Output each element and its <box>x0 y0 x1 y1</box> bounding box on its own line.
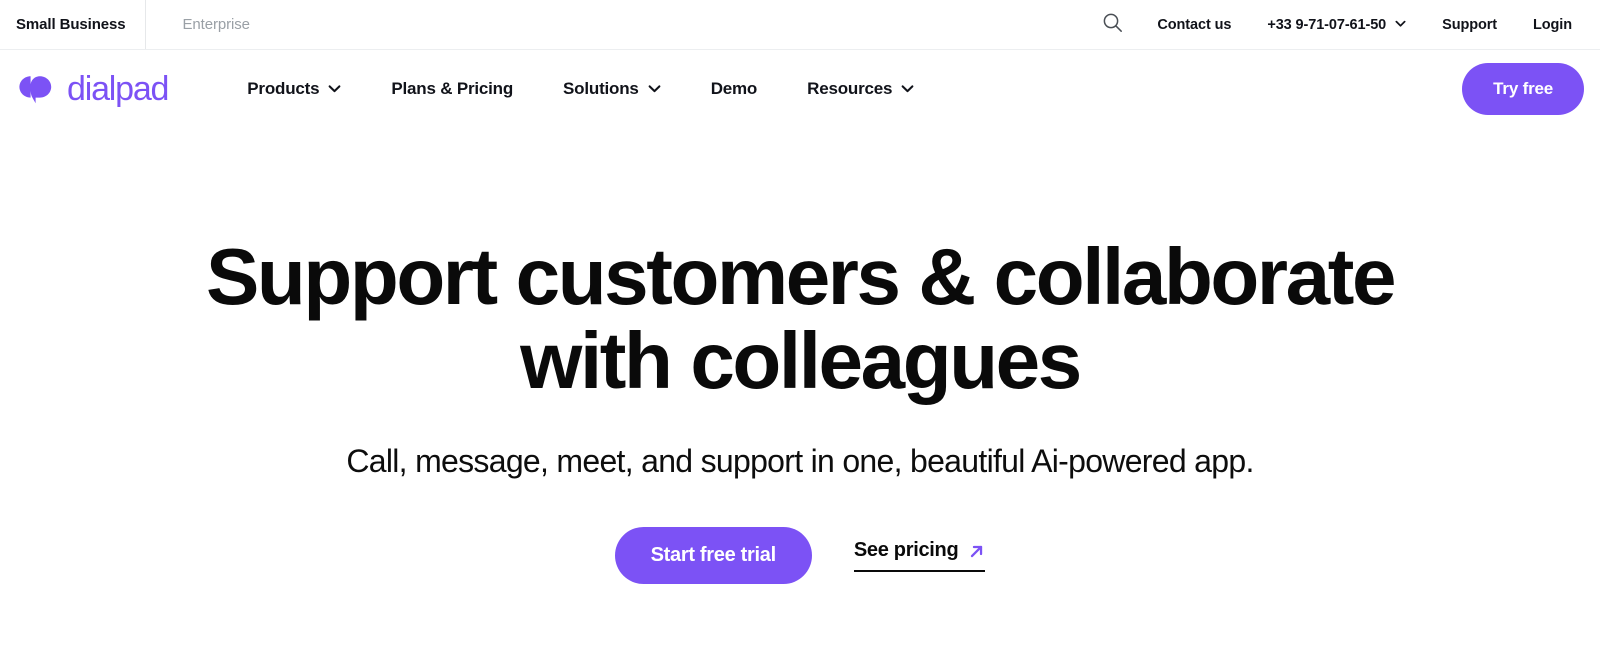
dialpad-wordmark: dialpad <box>67 69 169 108</box>
utility-link-label: +33 9-71-07-61-50 <box>1267 16 1387 33</box>
utility-link-phone-number[interactable]: +33 9-71-07-61-50 <box>1249 17 1424 33</box>
nav-item-label: Products <box>247 78 320 98</box>
utility-links: Contact us +33 9-71-07-61-50 Support Log… <box>1086 0 1600 49</box>
audience-tab-label: Enterprise <box>182 16 250 33</box>
search-icon <box>1102 12 1123 38</box>
nav-item-plans-and-pricing[interactable]: Plans & Pricing <box>366 79 538 99</box>
utility-link-label: Support <box>1442 16 1498 33</box>
dialpad-logo[interactable]: dialpad <box>16 69 169 108</box>
see-pricing-link[interactable]: See pricing <box>853 539 986 572</box>
nav-links: Products Plans & Pricing Solutions Demo … <box>222 79 939 99</box>
see-pricing-label: See pricing <box>853 539 959 561</box>
chevron-down-icon <box>1395 18 1406 29</box>
chevron-down-icon <box>328 82 341 95</box>
page-title: Support customers & collaborate with col… <box>130 235 1470 403</box>
audience-tab-enterprise[interactable]: Enterprise <box>146 0 269 49</box>
audience-tab-small-business[interactable]: Small Business <box>0 0 145 49</box>
hero-subtitle: Call, message, meet, and support in one,… <box>346 443 1254 479</box>
utility-link-login[interactable]: Login <box>1515 17 1572 33</box>
utility-link-label: Login <box>1533 16 1572 33</box>
dialpad-speech-bubbles-icon <box>16 74 56 104</box>
utility-link-contact-us[interactable]: Contact us <box>1139 17 1249 33</box>
utility-link-support[interactable]: Support <box>1424 17 1515 33</box>
audience-tab-group: Small Business Enterprise <box>0 0 270 49</box>
page-title-line-2: with colleagues <box>520 316 1082 405</box>
try-free-button[interactable]: Try free <box>1462 62 1584 115</box>
nav-item-solutions[interactable]: Solutions <box>538 79 686 99</box>
page-title-line-1: Support customers & collaborate <box>205 232 1396 321</box>
audience-tab-label: Small Business <box>16 16 126 33</box>
nav-item-label: Plans & Pricing <box>391 78 514 98</box>
arrow-up-right-icon <box>968 543 985 560</box>
hero-section: Support customers & collaborate with col… <box>0 127 1600 584</box>
nav-item-label: Resources <box>807 78 893 98</box>
nav-item-products[interactable]: Products <box>222 79 366 99</box>
start-free-trial-button[interactable]: Start free trial <box>614 527 812 584</box>
utility-link-label: Contact us <box>1157 16 1232 33</box>
utility-bar: Small Business Enterprise Contact us +33… <box>0 0 1600 50</box>
hero-cta-group: Start free trial See pricing <box>0 527 1600 584</box>
nav-item-label: Demo <box>710 78 758 98</box>
nav-item-resources[interactable]: Resources <box>782 79 939 99</box>
main-navigation: dialpad Products Plans & Pricing Solutio… <box>0 50 1600 127</box>
nav-item-label: Solutions <box>563 78 639 98</box>
chevron-down-icon <box>901 82 914 95</box>
chevron-down-icon <box>648 82 661 95</box>
nav-item-demo[interactable]: Demo <box>686 79 782 99</box>
search-button[interactable] <box>1086 12 1139 38</box>
